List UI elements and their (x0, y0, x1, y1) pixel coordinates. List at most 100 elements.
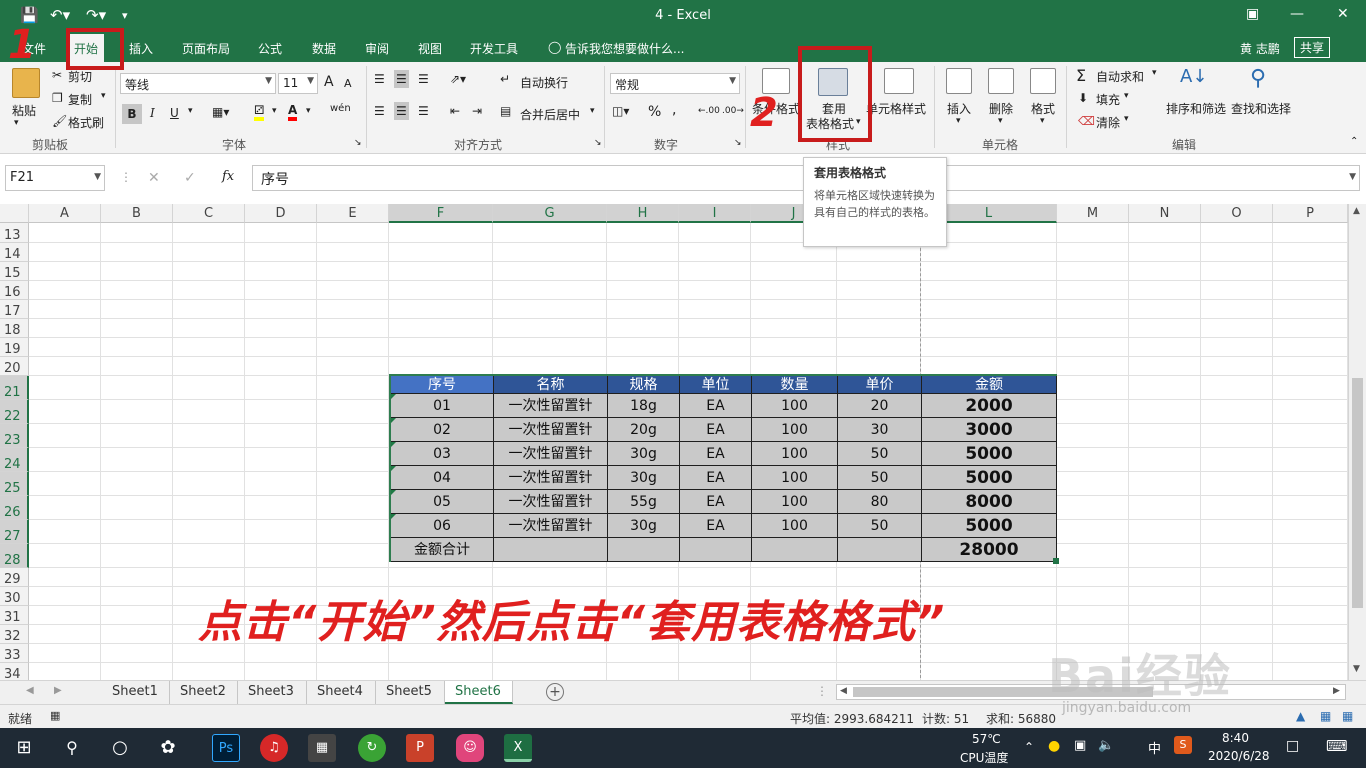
font-dialog-launcher-icon[interactable]: ↘ (354, 138, 362, 148)
copy-dropdown-icon[interactable]: ▾ (101, 91, 106, 101)
tray-app-icon[interactable]: ● (1048, 738, 1060, 754)
cut-icon[interactable]: ✂ (52, 68, 62, 82)
table-total-empty-cell[interactable] (838, 538, 922, 562)
table-cell[interactable]: 100 (752, 418, 838, 442)
notification-icon[interactable]: □ (1286, 738, 1299, 754)
row-header-25[interactable]: 25 (0, 472, 29, 496)
format-cells-button[interactable]: 格式 (1031, 100, 1055, 117)
table-total-empty-cell[interactable] (608, 538, 680, 562)
row-header-34[interactable]: 34 (0, 663, 29, 680)
table-cell[interactable]: 30g (608, 466, 680, 490)
column-header-c[interactable]: C (173, 204, 245, 223)
column-header-e[interactable]: E (317, 204, 389, 223)
tab-formulas[interactable]: 公式 (258, 40, 282, 57)
photoshop-icon[interactable]: Ps (212, 734, 240, 762)
underline-button[interactable]: U (170, 106, 179, 120)
font-color-icon[interactable]: A (288, 103, 298, 121)
row-header-26[interactable]: 26 (0, 496, 29, 520)
number-dialog-launcher-icon[interactable]: ↘ (734, 138, 742, 148)
bold-button[interactable]: B (122, 104, 142, 124)
table-cell[interactable]: 一次性留置针 (494, 490, 608, 514)
sheet-tab-sheet1[interactable]: Sheet1 (102, 681, 170, 704)
table-cell[interactable]: 30 (838, 418, 922, 442)
comma-button[interactable]: , (672, 102, 676, 118)
column-header-g[interactable]: G (493, 204, 607, 223)
column-header-n[interactable]: N (1129, 204, 1201, 223)
align-center-icon[interactable]: ☰ (394, 102, 409, 120)
cancel-icon[interactable]: ✕ (148, 170, 160, 186)
column-header-f[interactable]: F (389, 204, 493, 223)
table-header-cell[interactable]: 金额 (922, 376, 1057, 394)
column-header-m[interactable]: M (1057, 204, 1129, 223)
table-cell[interactable]: 一次性留置针 (494, 466, 608, 490)
table-cell[interactable]: 55g (608, 490, 680, 514)
table-cell[interactable]: 03 (391, 442, 494, 466)
table-cell[interactable]: EA (680, 514, 752, 538)
align-left-icon[interactable]: ☰ (374, 104, 385, 118)
data-table[interactable]: 序号 名称 规格 单位 数量 单价 金额 01 一次性留置针 18g EA 100 20 2000 02 一次… (389, 374, 1059, 564)
table-cell[interactable]: 8000 (922, 490, 1057, 514)
table-cell[interactable]: 50 (838, 514, 922, 538)
percent-button[interactable]: % (648, 104, 661, 120)
row-header-17[interactable]: 17 (0, 300, 29, 319)
row-header-15[interactable]: 15 (0, 262, 29, 281)
row-header-13[interactable]: 13 (0, 223, 29, 243)
copy-icon[interactable]: ❐ (52, 91, 63, 105)
copy-button[interactable]: 复制 (68, 91, 92, 108)
powerpoint-icon[interactable]: P (406, 734, 434, 762)
page-view-icon[interactable]: ▦ (1320, 709, 1331, 723)
row-header-23[interactable]: 23 (0, 424, 29, 448)
delete-cells-icon[interactable] (988, 68, 1014, 94)
align-middle-icon[interactable]: ☰ (394, 70, 409, 88)
table-cell[interactable]: 100 (752, 466, 838, 490)
share-button[interactable]: 共享 (1294, 37, 1331, 58)
table-header-cell[interactable]: 单价 (838, 376, 922, 394)
row-header-19[interactable]: 19 (0, 338, 29, 357)
merge-center-button[interactable]: 合并后居中 (520, 106, 580, 123)
user-name[interactable]: 黄 志鹏 (1240, 40, 1280, 57)
table-cell[interactable]: 5000 (922, 514, 1057, 538)
table-cell[interactable]: EA (680, 466, 752, 490)
cut-button[interactable]: 剪切 (68, 68, 92, 85)
minimize-icon[interactable]: — (1290, 6, 1304, 22)
table-cell[interactable]: EA (680, 418, 752, 442)
row-header-33[interactable]: 33 (0, 644, 29, 663)
clock-time[interactable]: 8:40 (1222, 731, 1249, 745)
column-header-i[interactable]: I (679, 204, 751, 223)
table-cell[interactable]: 一次性留置针 (494, 514, 608, 538)
calculator-icon[interactable]: ▦ (308, 734, 336, 762)
scroll-right-icon[interactable]: ▶ (1333, 686, 1340, 696)
grow-font-button[interactable]: A (324, 74, 334, 90)
table-cell[interactable]: 05 (391, 490, 494, 514)
table-total-value[interactable]: 28000 (922, 538, 1057, 562)
cell-styles-button[interactable]: 单元格样式 (866, 100, 926, 117)
fill-color-icon[interactable]: ⚂ (254, 103, 265, 121)
table-cell[interactable]: 01 (391, 394, 494, 418)
format-cells-icon[interactable] (1030, 68, 1056, 94)
tab-developer[interactable]: 开发工具 (470, 40, 518, 57)
merge-dropdown-icon[interactable]: ▾ (590, 106, 595, 116)
align-bottom-icon[interactable]: ☰ (418, 72, 429, 86)
orientation-icon[interactable]: ⇗▾ (450, 72, 466, 86)
paste-dropdown-icon[interactable]: ▾ (14, 118, 19, 128)
column-header-p[interactable]: P (1273, 204, 1348, 223)
tell-me-box[interactable]: 告诉我您想要做什么... (565, 40, 684, 57)
row-header-24[interactable]: 24 (0, 448, 29, 472)
sheet-tab-sheet4[interactable]: Sheet4 (307, 681, 376, 704)
autosum-icon[interactable]: Σ (1076, 66, 1086, 85)
insert-dropdown-icon[interactable]: ▾ (956, 116, 961, 126)
column-header-o[interactable]: O (1201, 204, 1273, 223)
row-header-32[interactable]: 32 (0, 625, 29, 644)
collapse-ribbon-icon[interactable]: ⌃ (1350, 136, 1358, 147)
decrease-indent-icon[interactable]: ⇤ (450, 104, 460, 118)
sort-filter-icon[interactable]: A↓ (1180, 66, 1207, 87)
row-header-16[interactable]: 16 (0, 281, 29, 300)
row-header-30[interactable]: 30 (0, 587, 29, 606)
table-cell[interactable]: 30g (608, 514, 680, 538)
column-header-h[interactable]: H (607, 204, 679, 223)
increase-indent-icon[interactable]: ⇥ (472, 104, 482, 118)
underline-dropdown-icon[interactable]: ▾ (188, 106, 193, 116)
table-header-cell[interactable]: 数量 (752, 376, 838, 394)
clock-date[interactable]: 2020/6/28 (1208, 749, 1270, 763)
pinwheel-app-icon[interactable]: ✿ (154, 734, 182, 762)
